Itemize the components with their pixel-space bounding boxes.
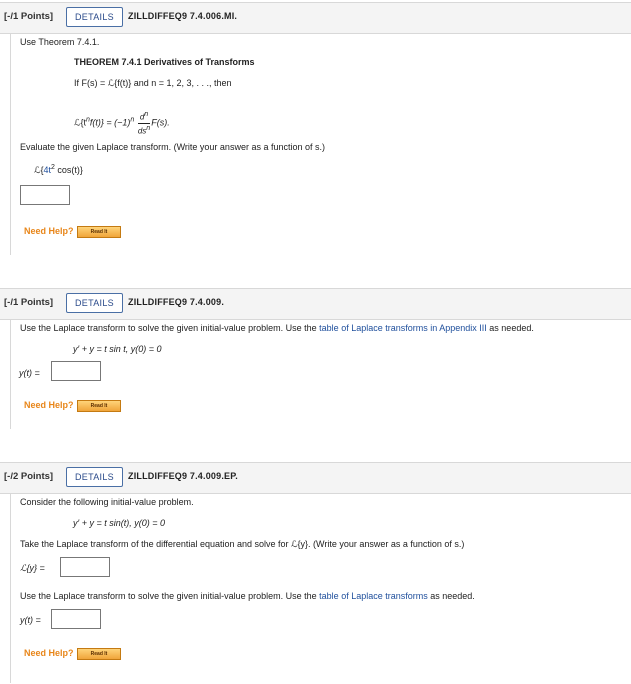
q3-part2-prompt: Use the Laplace transform to solve the g…: [20, 591, 475, 601]
q3-details-button[interactable]: DETAILS: [66, 467, 123, 487]
q1-header: [-/1 Points] DETAILS ZILLDIFFEQ9 7.4.006…: [0, 2, 631, 34]
q1-need-help: Need Help?: [24, 226, 74, 236]
q2-read-it-button[interactable]: Read It: [77, 400, 121, 412]
theorem-line: If F(s) = ℒ{f(t)} and n = 1, 2, 3, . . .…: [74, 78, 232, 88]
q2-answer-input[interactable]: [51, 361, 101, 381]
q2-header: [-/1 Points] DETAILS ZILLDIFFEQ9 7.4.009…: [0, 288, 631, 320]
q3-header: [-/2 Points] DETAILS ZILLDIFFEQ9 7.4.009…: [0, 462, 631, 494]
q1-question-code: ZILLDIFFEQ9 7.4.006.MI.: [128, 11, 238, 21]
q3-part2-answer-input[interactable]: [51, 609, 101, 629]
q1-body: Use Theorem 7.4.1. THEOREM 7.4.1 Derivat…: [10, 33, 631, 255]
q2-body: Use the Laplace transform to solve the g…: [10, 319, 631, 429]
q2-equation: y′ + y = t sin t, y(0) = 0: [73, 344, 162, 354]
q3-intro: Consider the following initial-value pro…: [20, 497, 194, 507]
q2-answer-label: y(t) =: [19, 368, 40, 378]
q3-need-help: Need Help?: [24, 648, 74, 658]
q1-read-it-button[interactable]: Read It: [77, 226, 121, 238]
q1-prompt: Evaluate the given Laplace transform. (W…: [20, 142, 325, 152]
theorem-title: THEOREM 7.4.1 Derivatives of Transforms: [74, 57, 255, 67]
q1-points: [-/1 Points]: [4, 11, 54, 22]
q3-points: [-/2 Points]: [4, 471, 54, 482]
theorem-formula: ℒ{tnf(t)} = (−1)n dn dsn F(s).: [74, 111, 170, 136]
q3-read-it-button[interactable]: Read It: [77, 648, 121, 660]
q2-points: [-/1 Points]: [4, 297, 54, 308]
q3-part1-label: ℒ{y} =: [20, 563, 45, 573]
q3-part2-label: y(t) =: [20, 615, 41, 625]
q3-equation: y′ + y = t sin(t), y(0) = 0: [73, 518, 165, 528]
q1-answer-input[interactable]: [20, 185, 70, 205]
q2-instruction: Use the Laplace transform to solve the g…: [20, 323, 534, 333]
q3-laplace-table-link[interactable]: table of Laplace transforms: [319, 591, 428, 601]
q2-need-help: Need Help?: [24, 400, 74, 410]
q1-instruction: Use Theorem 7.4.1.: [20, 37, 100, 47]
q2-appendix-link[interactable]: table of Laplace transforms in Appendix …: [319, 323, 487, 333]
q3-question-code: ZILLDIFFEQ9 7.4.009.EP.: [128, 471, 238, 481]
q1-expression: ℒ{4t2 cos(t)}: [34, 164, 83, 175]
q3-body: Consider the following initial-value pro…: [10, 493, 631, 683]
q3-part1-answer-input[interactable]: [60, 557, 110, 577]
q2-question-code: ZILLDIFFEQ9 7.4.009.: [128, 297, 225, 307]
q1-details-button[interactable]: DETAILS: [66, 7, 123, 27]
q3-part1-prompt: Take the Laplace transform of the differ…: [20, 539, 465, 549]
q2-details-button[interactable]: DETAILS: [66, 293, 123, 313]
